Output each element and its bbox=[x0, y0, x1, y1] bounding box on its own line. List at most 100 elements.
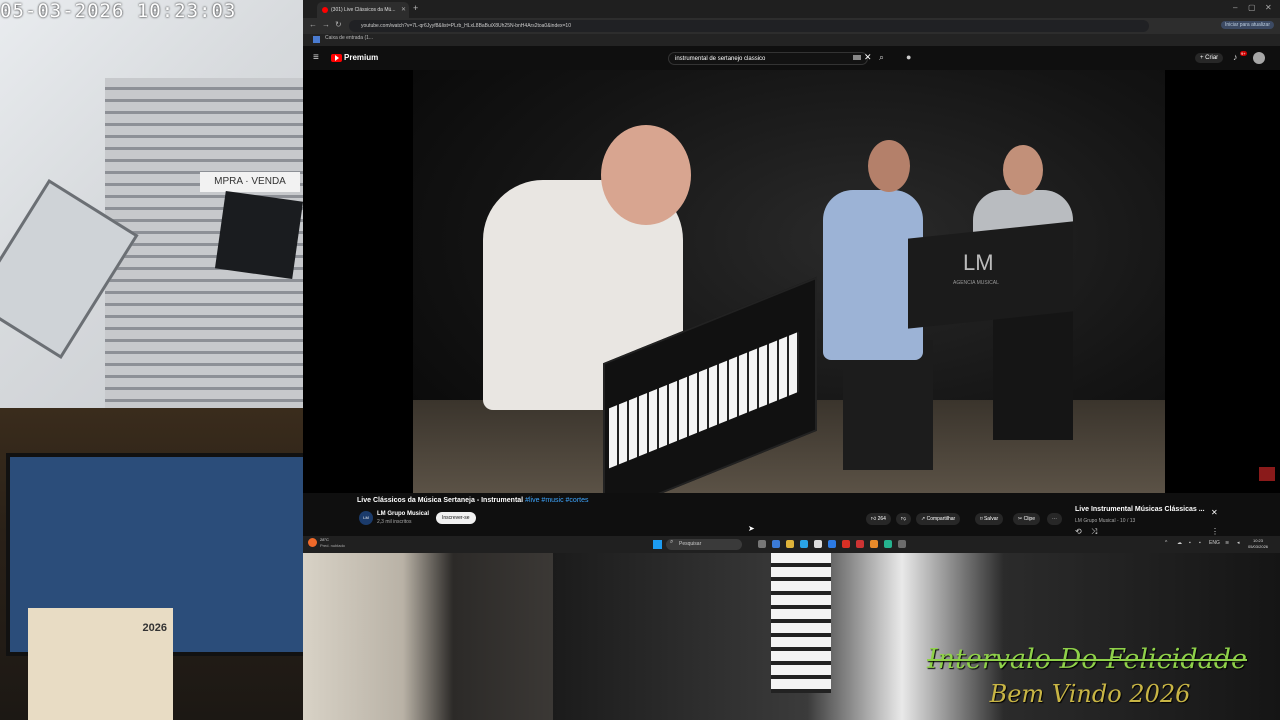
subscribe-button[interactable]: Inscrever-se bbox=[436, 512, 476, 524]
forward-icon[interactable]: → bbox=[322, 20, 330, 29]
barred-window bbox=[771, 553, 831, 693]
bookmark-inbox[interactable]: Caixa de entrada (1... bbox=[325, 35, 373, 41]
chrome-icon[interactable] bbox=[842, 540, 850, 548]
search-icon[interactable]: ⌕ bbox=[879, 52, 884, 63]
store-sign: MPRA · VENDA bbox=[200, 172, 300, 192]
stand-logo-subtitle: AGENCIA MUSICAL bbox=[953, 280, 999, 286]
like-button[interactable]: 👍︎ 264 bbox=[866, 513, 891, 525]
wifi-icon[interactable]: ≋ bbox=[1225, 540, 1229, 546]
channel-avatar[interactable]: LM bbox=[359, 511, 373, 525]
more-actions-button[interactable]: ⋯ bbox=[1047, 513, 1062, 525]
weather-icon[interactable] bbox=[308, 538, 317, 547]
video-hashtags[interactable]: #live #music #cortes bbox=[525, 497, 588, 504]
like-count: 264 bbox=[877, 516, 886, 522]
back-icon[interactable]: ← bbox=[309, 20, 317, 29]
loop-icon[interactable]: ⟲ bbox=[1075, 527, 1082, 536]
address-bar-row: ← → ↻ youtube.com/watch?v=7L-qr6Jyyf8&li… bbox=[303, 18, 1280, 34]
new-tab-icon[interactable]: + bbox=[413, 3, 418, 13]
reload-icon[interactable]: ↻ bbox=[335, 20, 342, 29]
app-tray-icon[interactable]: ▪ bbox=[1189, 540, 1191, 546]
channel-name[interactable]: LM Grupo Musical bbox=[377, 511, 429, 517]
app-icon[interactable] bbox=[870, 540, 878, 548]
menu-icon[interactable]: ≡ bbox=[313, 52, 319, 63]
chevron-up-icon[interactable]: ^ bbox=[1165, 540, 1167, 546]
keyboard-icon[interactable] bbox=[853, 55, 861, 60]
camera-timestamp: 05-03-2026 10:23:03 bbox=[0, 0, 237, 22]
gear-icon[interactable] bbox=[898, 540, 906, 548]
playlist-title[interactable]: Live Instrumental Músicas Clássicas ... bbox=[1075, 506, 1205, 513]
camera-feed-top-left: MPRA · VENDA 05-03-2026 10:23:03 bbox=[0, 0, 303, 408]
save-label: Salvar bbox=[983, 516, 999, 522]
store-icon[interactable] bbox=[800, 540, 808, 548]
notification-badge: 9+ bbox=[1240, 51, 1247, 56]
more-icon: ⋯ bbox=[1052, 516, 1057, 522]
clock-date[interactable]: 05/03/2026 bbox=[1248, 544, 1268, 549]
tab-youtube[interactable]: (301) Live Clássicos da Mú... ✕ bbox=[317, 2, 409, 18]
tab-title: (301) Live Clássicos da Mú... bbox=[331, 7, 396, 13]
minimize-icon[interactable]: – bbox=[1233, 3, 1237, 12]
channel-subscribers: 2,3 mil inscritos bbox=[377, 519, 412, 525]
notifications-icon[interactable]: ♪ bbox=[1233, 52, 1238, 62]
laptop-display bbox=[214, 190, 303, 280]
video-player[interactable]: LM AGENCIA MUSICAL bbox=[303, 70, 1280, 493]
browser-screen: (301) Live Clássicos da Mú... ✕ + – ▢ ✕ … bbox=[303, 0, 1280, 553]
overlay-title: Intervalo Do Felicidade bbox=[926, 644, 1247, 675]
youtube-header: ≡ Premium instrumental de sertanejo clas… bbox=[303, 46, 1280, 70]
play-triangle-icon bbox=[335, 55, 339, 61]
app-icon[interactable] bbox=[884, 540, 892, 548]
bookmarks-bar: Caixa de entrada (1... bbox=[303, 34, 1280, 46]
app-icon[interactable] bbox=[814, 540, 822, 548]
mic-icon[interactable]: ● bbox=[906, 52, 911, 62]
pianist-head bbox=[601, 125, 691, 225]
avatar[interactable] bbox=[1253, 52, 1265, 64]
logo-text: Premium bbox=[344, 53, 379, 62]
volume-icon[interactable]: ◂ bbox=[1237, 540, 1240, 546]
playlist-panel: Live Instrumental Músicas Clássicas ... … bbox=[1071, 503, 1221, 539]
clock-time[interactable]: 10:23 bbox=[1253, 538, 1263, 543]
taskbar: 28°C Pred. nublado Pesquisar ⌕ ^ ☁ ▪ ▪ E… bbox=[303, 536, 1280, 553]
search-icon: ⌕ bbox=[670, 539, 674, 545]
mail-icon bbox=[313, 36, 320, 43]
share-label: Compartilhar bbox=[926, 516, 956, 522]
thumbs-up-icon: 👍︎ bbox=[871, 516, 878, 522]
stand-logo: LM bbox=[963, 250, 994, 275]
search-input[interactable]: instrumental de sertanejo classico bbox=[668, 52, 868, 65]
youtube-favicon-icon bbox=[322, 7, 328, 13]
lang-indicator[interactable]: ENG bbox=[1209, 540, 1220, 546]
settings-icon[interactable] bbox=[828, 540, 836, 548]
clip-button[interactable]: ✂ Clipe bbox=[1013, 513, 1040, 525]
more-vert-icon[interactable]: ⋮ bbox=[1211, 527, 1219, 536]
playlist-subtitle: LM Grupo Musical - 10 / 13 bbox=[1075, 518, 1136, 524]
calendar-year: 2026 bbox=[142, 622, 167, 634]
thumbs-down-icon: 👎︎ bbox=[901, 516, 907, 522]
edge-icon[interactable] bbox=[772, 540, 780, 548]
mouse-cursor-icon: ➤ bbox=[748, 524, 755, 533]
taskbar-search[interactable]: Pesquisar bbox=[666, 539, 742, 550]
video-title: Live Clássicos da Música Sertaneja - Ins… bbox=[357, 497, 589, 504]
weather-desc: Pred. nublado bbox=[320, 543, 345, 548]
dislike-button[interactable]: 👎︎ bbox=[896, 513, 912, 525]
app-tray-icon[interactable]: ▪ bbox=[1199, 540, 1201, 546]
close-icon[interactable]: ✕ bbox=[401, 2, 406, 18]
cloud-icon[interactable]: ☁ bbox=[1177, 540, 1182, 546]
video-title-text: Live Clássicos da Música Sertaneja - Ins… bbox=[357, 497, 524, 504]
windows-start-icon[interactable] bbox=[653, 540, 662, 549]
task-view-icon[interactable] bbox=[758, 540, 766, 548]
update-button[interactable]: Iniciar para atualizar bbox=[1220, 21, 1274, 29]
url-field[interactable]: youtube.com/watch?v=7L-qr6Jyyf8&list=PLr… bbox=[349, 20, 1149, 32]
tab-strip: (301) Live Clássicos da Mú... ✕ + – ▢ ✕ bbox=[303, 0, 1280, 18]
weather-temp: 28°C bbox=[320, 537, 329, 542]
channel-watermark bbox=[1259, 467, 1275, 481]
create-button[interactable]: + Criar bbox=[1195, 53, 1224, 63]
save-button[interactable]: ⌑ Salvar bbox=[975, 513, 1004, 525]
app-icon[interactable] bbox=[856, 540, 864, 548]
share-button[interactable]: ↗ Compartilhar bbox=[916, 513, 961, 525]
file-explorer-icon[interactable] bbox=[786, 540, 794, 548]
clip-label: Clipe bbox=[1023, 516, 1035, 522]
saxophonist-head bbox=[868, 140, 910, 192]
camera-feed-bottom-middle bbox=[303, 553, 553, 720]
clear-search-icon[interactable]: ✕ bbox=[864, 52, 872, 63]
maximize-icon[interactable]: ▢ bbox=[1248, 3, 1256, 12]
close-icon[interactable]: ✕ bbox=[1211, 508, 1218, 517]
window-close-icon[interactable]: ✕ bbox=[1265, 3, 1272, 12]
